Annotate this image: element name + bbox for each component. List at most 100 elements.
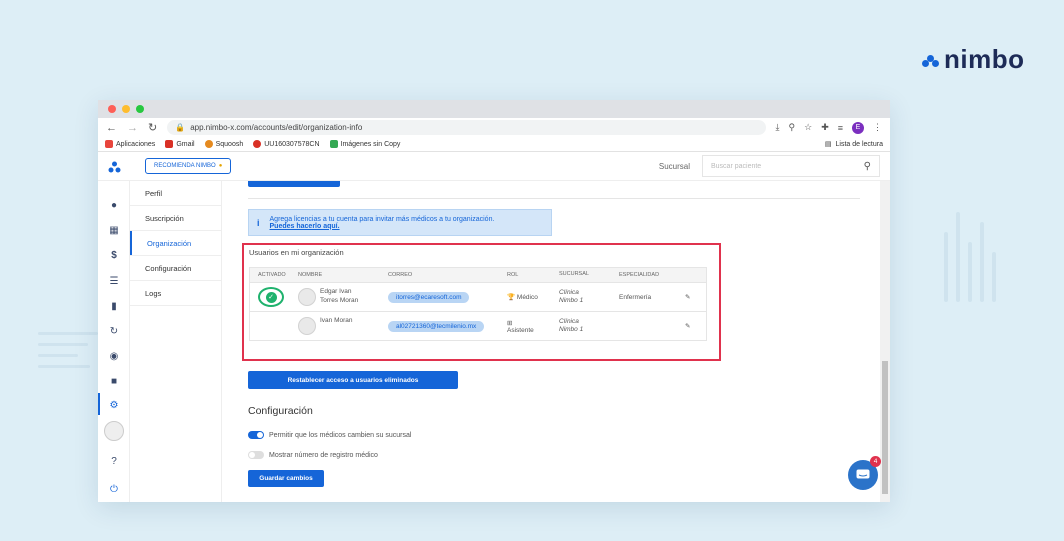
add-user-button[interactable] [248, 181, 340, 187]
bookmark-tracking[interactable]: UU160307578CN [253, 140, 320, 148]
user-avatar [298, 288, 316, 306]
browser-toolbar: ← → ↻ 🔒 app.nimbo-x.com/accounts/edit/or… [98, 118, 890, 137]
activated-toggle[interactable]: ✓ [258, 287, 284, 307]
dollar-icon[interactable]: $ [108, 249, 120, 261]
bookmarks-bar: Aplicaciones Gmail Squoosh UU160307578CN… [98, 137, 890, 152]
bookmark-label: Aplicaciones [116, 140, 156, 148]
extensions-icon[interactable]: ✚ [821, 122, 829, 133]
icon-sidebar: ● ▦ $ ☰ ▮ ↻ ◉ ■ ⚙ ? ⏻ [98, 181, 130, 502]
address-bar[interactable]: 🔒 app.nimbo-x.com/accounts/edit/organiza… [167, 120, 766, 135]
more-menu-icon[interactable]: ⋮ [873, 122, 882, 133]
email-pill: itorres@ecaresoft.com [388, 291, 470, 303]
user-avatar [298, 317, 316, 335]
submenu-item-logs[interactable]: Logs [130, 281, 221, 306]
user-branch-2: Nimbo 1 [559, 326, 584, 333]
column-header: SUCURSAL [559, 271, 589, 278]
help-icon[interactable]: ? [108, 455, 120, 467]
media-icon[interactable]: ≡ [838, 123, 843, 133]
user-icon[interactable]: ● [108, 199, 120, 211]
user-role: Asistente [507, 326, 534, 334]
decorative-bars [944, 212, 996, 302]
profile-avatar[interactable]: E [852, 121, 864, 134]
nimbo-logo-icon [922, 51, 940, 69]
info-banner: i Agrega licencias a tu cuenta para invi… [248, 209, 552, 236]
refresh-icon[interactable]: ↻ [108, 325, 120, 337]
reading-list-label: Lista de lectura [835, 140, 883, 148]
reading-list[interactable]: ▤ Lista de lectura [824, 140, 883, 149]
active-indicator [98, 393, 100, 415]
app-header: RECOMIENDA NIMBO ● Sucursal Buscar pacie… [98, 152, 890, 181]
users-table: ACTIVADO NOMBRE CORREO ROL SUCURSAL ESPE… [249, 267, 707, 341]
column-header: NOMBRE [298, 272, 323, 278]
install-icon[interactable]: ⤓ [776, 122, 780, 133]
minimize-window-button[interactable] [122, 105, 130, 113]
close-window-button[interactable] [108, 105, 116, 113]
bar-chart-icon[interactable]: ▮ [108, 300, 120, 312]
bookmark-label: Gmail [176, 140, 195, 148]
bookmark-gmail[interactable]: Gmail [165, 140, 195, 148]
zoom-icon[interactable]: ⚲ [789, 122, 796, 133]
power-icon[interactable]: ⏻ [108, 483, 120, 495]
edit-pencil-icon[interactable]: ✎ [685, 322, 705, 330]
trophy-icon: 🏆 [507, 294, 516, 301]
image-icon [329, 140, 338, 148]
show-registry-toggle[interactable] [248, 451, 264, 459]
back-icon[interactable]: ← [106, 122, 117, 134]
change-branch-toggle[interactable] [248, 431, 264, 439]
submenu-item-suscripcion[interactable]: Suscripción [130, 206, 221, 231]
avatar[interactable] [104, 421, 124, 441]
maximize-window-button[interactable] [136, 105, 144, 113]
restore-users-button[interactable]: Restablecer acceso a usuarios eliminados [248, 371, 458, 389]
config-section-title: Configuración [248, 405, 313, 417]
bookmark-label: Imágenes sin Copy [340, 140, 401, 148]
bookmark-label: UU160307578CN [264, 140, 320, 148]
check-icon: ✓ [265, 291, 277, 303]
scroll-thumb[interactable] [882, 361, 888, 494]
toggle-label: Permitir que los médicos cambien su sucu… [269, 431, 412, 439]
bookmark-apps[interactable]: Aplicaciones [105, 140, 155, 148]
bookmark-squoosh[interactable]: Squoosh [204, 140, 243, 148]
users-section-highlight: Usuarios en mi organización ACTIVADO NOM… [242, 243, 721, 361]
video-icon[interactable]: ■ [108, 375, 120, 387]
edit-pencil-icon[interactable]: ✎ [685, 293, 705, 301]
star-icon[interactable]: ☆ [804, 122, 812, 133]
bookmark-images[interactable]: Imágenes sin Copy [329, 140, 401, 148]
plus-icon: ⊞ [507, 319, 513, 327]
column-header: ACTIVADO [258, 272, 286, 278]
squoosh-icon [204, 140, 213, 148]
chat-icon[interactable]: ◉ [108, 350, 120, 362]
info-text: Agrega licencias a tu cuenta para invita… [269, 215, 495, 223]
user-branch: Clínica [559, 317, 579, 325]
toggle-change-branch-row: Permitir que los médicos cambien su sucu… [248, 431, 411, 439]
nimbo-app-logo-icon[interactable] [98, 160, 130, 173]
forward-icon[interactable]: → [127, 122, 138, 134]
gear-icon[interactable]: ⚙ [108, 399, 120, 411]
reload-icon[interactable]: ↻ [148, 121, 157, 134]
scrollbar[interactable] [880, 181, 890, 502]
sucursal-label[interactable]: Sucursal [659, 162, 690, 171]
recommend-nimbo-button[interactable]: RECOMIENDA NIMBO ● [145, 158, 232, 174]
column-header: ESPECIALIDAD [619, 272, 660, 278]
calendar-icon[interactable]: ▦ [108, 224, 120, 236]
reading-list-icon: ▤ [824, 141, 832, 148]
save-button[interactable]: Guardar cambios [248, 470, 324, 487]
divider [248, 198, 860, 199]
app: RECOMIENDA NIMBO ● Sucursal Buscar pacie… [98, 152, 890, 502]
brand-logo: nimbo [922, 44, 1025, 75]
main-content: i Agrega licencias a tu cuenta para invi… [222, 181, 880, 502]
users-section-title: Usuarios en mi organización [249, 248, 344, 257]
patient-search-input[interactable]: Buscar paciente ⚲ [702, 155, 880, 177]
support-chat-button[interactable]: 4 [848, 456, 881, 490]
submenu-item-perfil[interactable]: Perfil [130, 181, 221, 206]
toggle-registry-row: Mostrar número de registro médico [248, 451, 378, 459]
search-icon[interactable]: ⚲ [864, 161, 871, 172]
browser-window: ← → ↻ 🔒 app.nimbo-x.com/accounts/edit/or… [98, 100, 890, 502]
table-row: Ivan Moran al02721360@tecmilenio.mx ⊞ Asi… [250, 311, 706, 340]
medal-icon: ● [218, 163, 223, 169]
submenu-item-organizacion[interactable]: Organización [130, 231, 221, 256]
user-name: Edgar Ivan [320, 288, 352, 295]
info-link[interactable]: Puedes hacerlo aquí. [270, 223, 495, 230]
apps-grid-icon [105, 140, 113, 148]
submenu-item-configuracion[interactable]: Configuración [130, 256, 221, 281]
list-icon[interactable]: ☰ [108, 275, 120, 287]
